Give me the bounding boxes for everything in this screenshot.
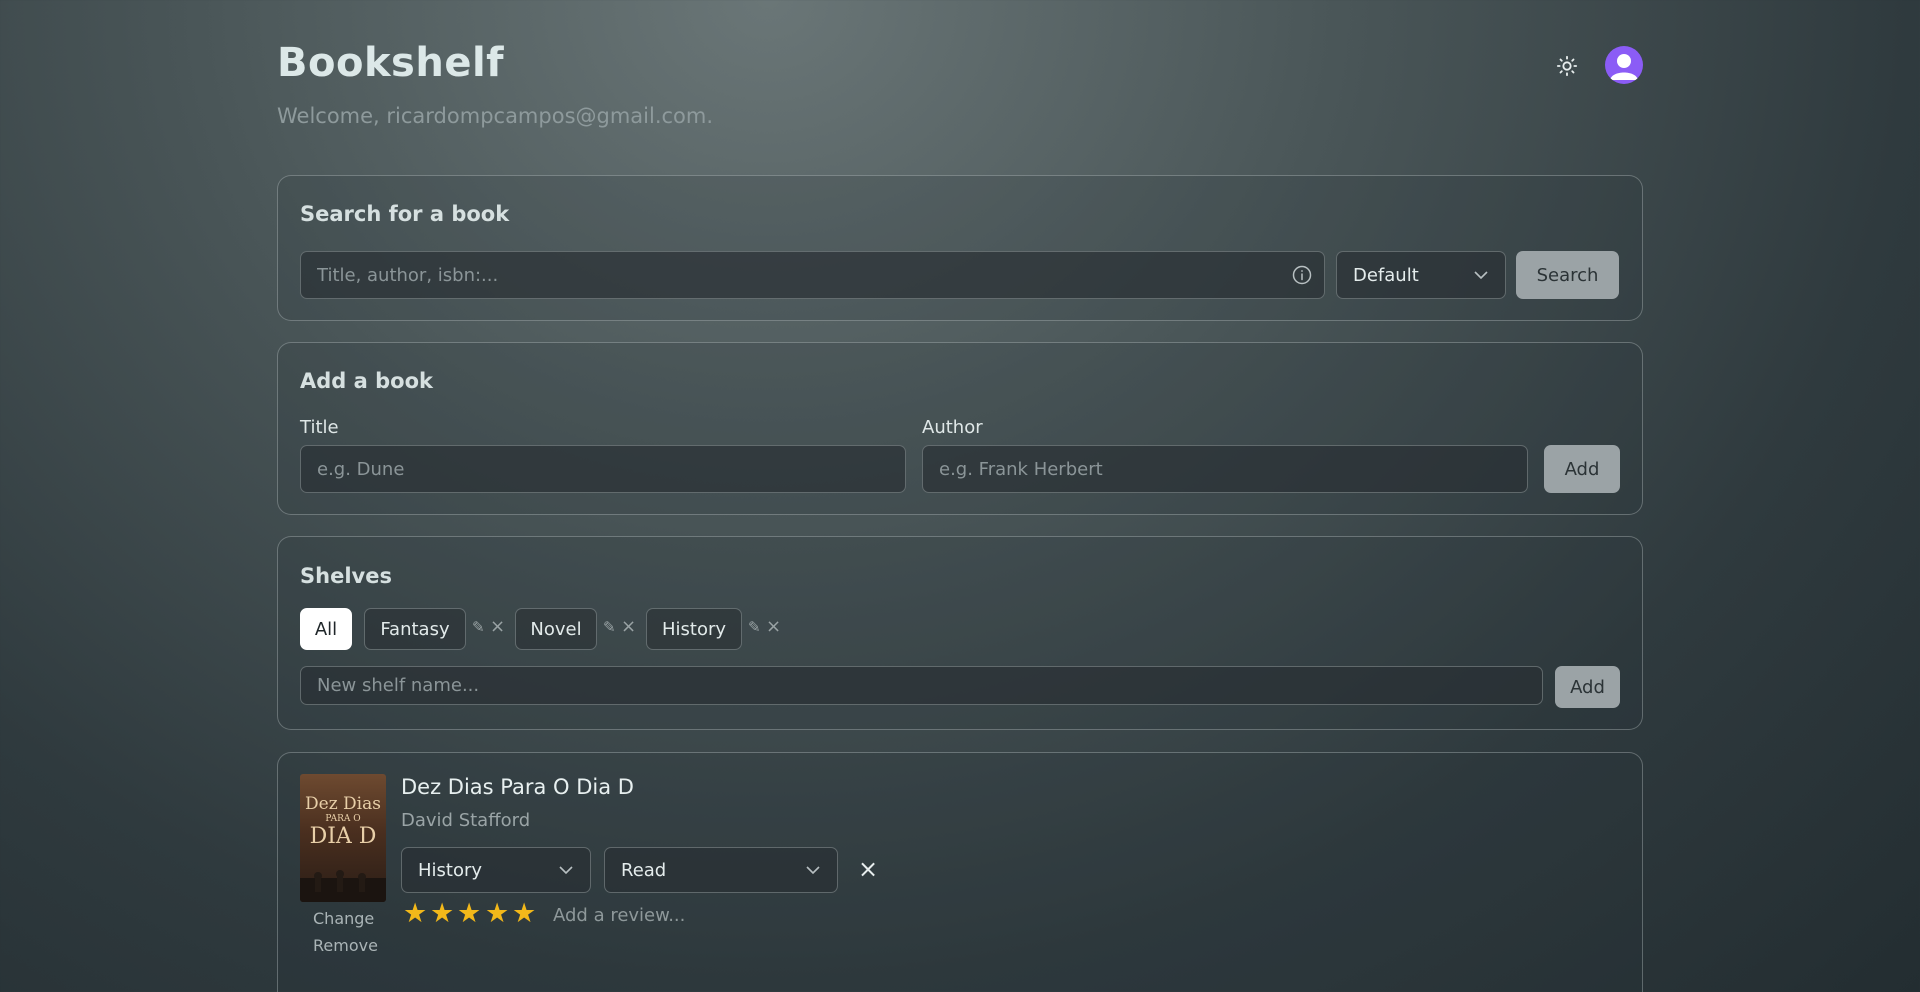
star-icon-5[interactable]: ★ (512, 900, 536, 927)
author-field-label: Author (922, 417, 983, 438)
delete-shelf-history-icon[interactable]: × (766, 616, 781, 637)
header: Bookshelf Welcome, ricardompcampos@gmail… (277, 0, 1643, 160)
book-cover: Dez Dias PARA O DIA D (300, 774, 386, 902)
edit-shelf-history-icon[interactable]: ✎ (748, 618, 761, 636)
search-input[interactable] (300, 251, 1325, 299)
search-button[interactable]: Search (1516, 251, 1619, 299)
star-icon-4[interactable]: ★ (485, 900, 509, 927)
shelf-chip-all[interactable]: All (300, 608, 352, 650)
title-field-label: Title (300, 417, 339, 438)
user-icon (1610, 54, 1638, 80)
shelves-heading: Shelves (300, 564, 392, 588)
avatar[interactable] (1605, 46, 1643, 84)
edit-shelf-fantasy-icon[interactable]: ✎ (472, 618, 485, 636)
delete-shelf-novel-icon[interactable]: × (621, 616, 636, 637)
change-cover-link[interactable]: Change (313, 909, 374, 928)
remove-book-link[interactable]: Remove (313, 936, 378, 955)
cover-title-line-2: PARA O (325, 814, 361, 824)
star-icon-1[interactable]: ★ (403, 900, 427, 927)
info-icon[interactable] (1292, 265, 1312, 289)
add-book-heading: Add a book (300, 369, 433, 393)
cover-silhouette (300, 870, 386, 902)
app-container: Bookshelf Welcome, ricardompcampos@gmail… (277, 0, 1643, 992)
shelf-chip-novel[interactable]: Novel (515, 608, 597, 650)
chevron-down-icon (1474, 271, 1488, 280)
search-heading: Search for a book (300, 202, 510, 226)
book-status-select[interactable]: Read (604, 847, 838, 893)
shelves-card: Shelves All Fantasy ✎ × Novel ✎ × Histor… (277, 536, 1643, 730)
star-icon-2[interactable]: ★ (430, 900, 454, 927)
book-shelf-select[interactable]: History (401, 847, 591, 893)
author-field[interactable] (922, 445, 1528, 493)
cover-title-line-1: Dez Dias (305, 794, 381, 814)
shelf-chip-history[interactable]: History (646, 608, 742, 650)
shelf-chip-fantasy[interactable]: Fantasy (364, 608, 466, 650)
book-title: Dez Dias Para O Dia D (401, 775, 634, 799)
new-shelf-input[interactable] (300, 666, 1543, 705)
theme-toggle-button[interactable] (1554, 53, 1580, 79)
chevron-down-icon (806, 866, 820, 875)
title-field[interactable] (300, 445, 906, 493)
book-shelf-value: History (418, 859, 483, 881)
cover-title-line-3: DIA D (309, 824, 377, 849)
search-mode-value: Default (1353, 264, 1419, 286)
edit-shelf-novel-icon[interactable]: ✎ (603, 618, 616, 636)
add-shelf-button[interactable]: Add (1555, 666, 1620, 708)
book-card: Dez Dias PARA O DIA D Dez Dias Para O Di… (277, 752, 1643, 992)
delete-shelf-fantasy-icon[interactable]: × (490, 616, 505, 637)
chevron-down-icon (559, 866, 573, 875)
star-icon-3[interactable]: ★ (457, 900, 481, 927)
search-mode-select[interactable]: Default (1336, 251, 1506, 299)
add-book-button[interactable]: Add (1544, 445, 1620, 493)
sun-icon (1556, 55, 1578, 77)
welcome-text: Welcome, ricardompcampos@gmail.com. (277, 104, 714, 128)
remove-from-shelf-icon[interactable]: × (858, 855, 878, 883)
book-author: David Stafford (401, 810, 531, 831)
page-title: Bookshelf (277, 40, 505, 86)
book-status-value: Read (621, 859, 667, 881)
review-input[interactable]: Add a review... (553, 905, 685, 926)
search-card: Search for a book Default Search (277, 175, 1643, 321)
add-book-card: Add a book Title Author Add (277, 342, 1643, 515)
